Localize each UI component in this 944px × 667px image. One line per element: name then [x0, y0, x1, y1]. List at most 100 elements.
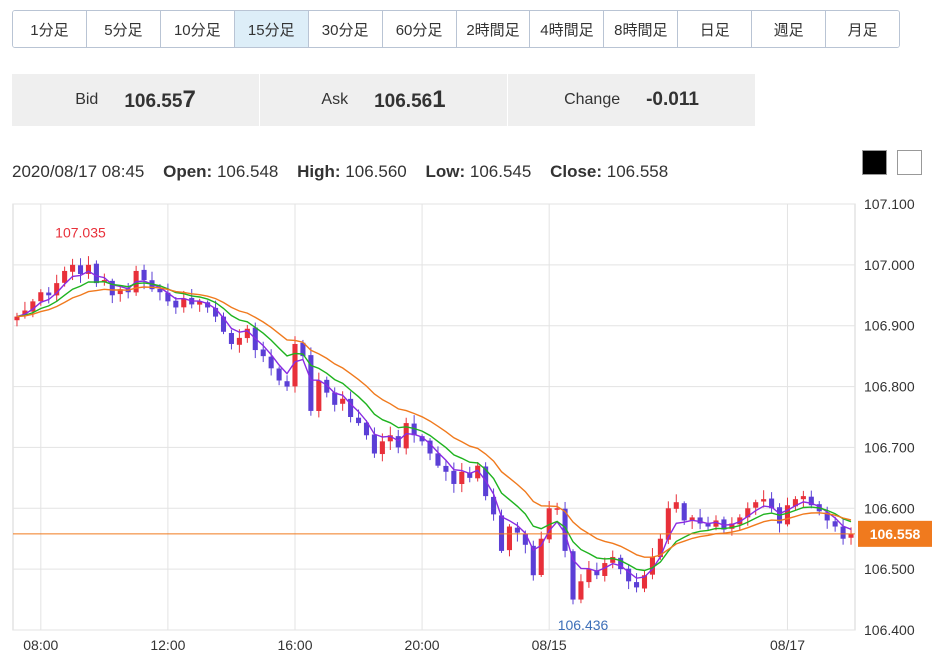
candle-body — [498, 515, 505, 551]
candle-body — [395, 436, 401, 448]
open-value: 106.548 — [216, 162, 279, 181]
candle-body — [554, 508, 560, 510]
candle-body — [340, 398, 346, 404]
tab-3[interactable]: 15分足 — [234, 11, 309, 47]
candle-body — [268, 356, 274, 369]
candle-body — [276, 368, 282, 381]
bid-value-pip: 7 — [182, 86, 196, 113]
y-tick-label: 107.000 — [864, 257, 915, 273]
y-tick-label: 107.100 — [864, 196, 915, 212]
bid-value: 106.557 — [124, 86, 195, 114]
timeframe-tabs: 1分足 5分足 10分足 15分足 30分足 60分足 2時間足 4時間足 8時間足 日足 週足 月足 — [12, 10, 900, 48]
y-tick-label: 106.500 — [864, 561, 915, 577]
bid-value-main: 106.55 — [124, 91, 183, 112]
low-value: 106.545 — [469, 162, 532, 181]
ohlc-readout: 2020/08/17 08:45 Open: 106.548 High: 106… — [12, 162, 668, 182]
max-price-label: 107.035 — [55, 225, 106, 241]
open-label: Open: — [163, 162, 213, 181]
candle-body — [753, 502, 759, 508]
candle-body — [443, 465, 449, 472]
candle-body — [602, 563, 608, 576]
candle-body — [77, 265, 84, 274]
low-label: Low: — [425, 162, 466, 181]
ask-value: 106.561 — [374, 86, 445, 114]
candle-body — [62, 270, 68, 283]
candle-body — [435, 453, 441, 466]
candle-body — [578, 581, 584, 600]
tab-2[interactable]: 10分足 — [160, 11, 235, 47]
candle-body — [784, 505, 791, 525]
x-tick-label: 16:00 — [277, 637, 312, 653]
ask-label: Ask — [321, 91, 349, 108]
candle-body — [355, 417, 362, 424]
candle-body — [522, 533, 528, 545]
x-tick-label: 08/17 — [770, 637, 805, 653]
candle-body — [173, 300, 179, 308]
high-label: High: — [297, 162, 341, 181]
y-tick-label: 106.900 — [864, 318, 915, 334]
x-tick-label: 20:00 — [405, 637, 440, 653]
price-chart[interactable]: 107.100 107.000 106.900 106.800 106.700 106.6… — [0, 195, 944, 662]
change-label: Change — [564, 91, 621, 108]
y-tick-label: 106.400 — [864, 622, 915, 638]
x-tick-label: 12:00 — [150, 637, 185, 653]
y-tick-label: 106.800 — [864, 379, 915, 395]
high-value: 106.560 — [345, 162, 407, 181]
candle-body — [228, 333, 234, 344]
tab-10[interactable]: 週足 — [752, 11, 827, 47]
light-theme-button[interactable] — [897, 150, 922, 175]
ohlc-datetime: 2020/08/17 08:45 — [12, 162, 145, 181]
y-tick-label: 106.600 — [864, 500, 915, 516]
y-tick-label: 106.700 — [864, 439, 915, 455]
tab-8[interactable]: 8時間足 — [604, 11, 679, 47]
close-value: 106.558 — [606, 162, 669, 181]
candle-body — [681, 503, 687, 521]
candle-body — [284, 381, 290, 387]
tab-5[interactable]: 60分足 — [382, 11, 457, 47]
candle-body — [832, 521, 838, 527]
tab-6[interactable]: 2時間足 — [456, 11, 531, 47]
tab-11[interactable]: 月足 — [826, 11, 899, 47]
ask-value-pip: 1 — [432, 86, 446, 113]
dark-theme-button[interactable] — [862, 150, 887, 175]
candle-body — [371, 434, 377, 454]
candle-body — [141, 269, 147, 281]
tab-9[interactable]: 日足 — [678, 11, 753, 47]
quote-bar: Bid 106.557 Ask 106.561 Change -0.011 — [12, 74, 755, 126]
candle-body — [316, 380, 322, 411]
candle-body — [260, 349, 266, 357]
candle-body — [634, 582, 640, 588]
candle-body — [506, 526, 513, 551]
ask-quote: Ask 106.561 — [260, 74, 508, 126]
tab-1[interactable]: 5分足 — [86, 11, 161, 47]
candle-body — [38, 292, 44, 302]
candle-body — [459, 471, 465, 485]
tab-4[interactable]: 30分足 — [308, 11, 383, 47]
tab-7[interactable]: 4時間足 — [530, 11, 605, 47]
candle-body — [586, 569, 592, 583]
change-quote: Change -0.011 — [508, 74, 755, 126]
candle-body — [840, 526, 846, 539]
bid-label: Bid — [75, 91, 99, 108]
candlestick-chart[interactable]: 107.100 107.000 106.900 106.800 106.700 106.6… — [0, 195, 944, 662]
candle-body — [514, 527, 520, 533]
candle-body — [673, 502, 679, 509]
candle-body — [236, 337, 242, 345]
tab-0[interactable]: 1分足 — [13, 11, 87, 47]
x-tick-label: 08/15 — [532, 637, 567, 653]
change-value: -0.011 — [646, 89, 699, 110]
x-tick-label: 08:00 — [23, 637, 58, 653]
candle-body — [800, 496, 806, 500]
ask-value-main: 106.56 — [374, 91, 433, 112]
candle-body — [761, 499, 767, 502]
candle-body — [848, 533, 854, 538]
close-label: Close: — [550, 162, 603, 181]
candle-body — [46, 292, 52, 296]
candle-body — [70, 264, 76, 272]
candle-body — [379, 441, 385, 455]
bid-quote: Bid 106.557 — [12, 74, 260, 126]
plot-area — [12, 203, 856, 631]
current-price-label: 106.558 — [870, 526, 921, 542]
candle-body — [93, 263, 99, 284]
candle-body — [451, 470, 457, 484]
